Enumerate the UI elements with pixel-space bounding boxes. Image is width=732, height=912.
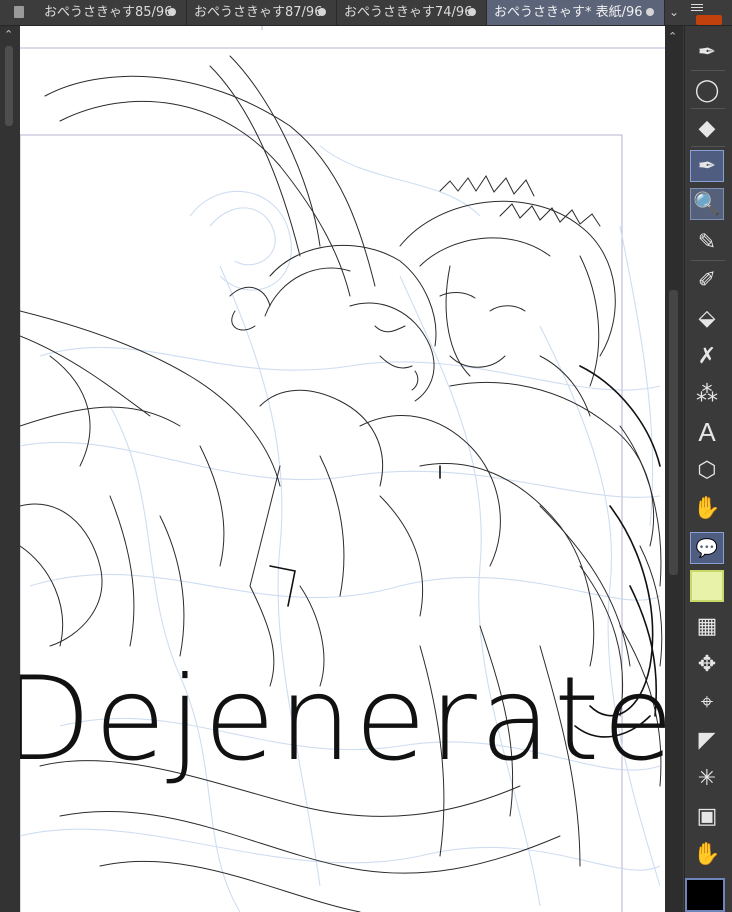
- ruler-icon: ⌖: [700, 689, 714, 715]
- fill-bucket-icon: ⬙: [698, 305, 716, 331]
- hand-tool-button[interactable]: ✋: [690, 492, 724, 524]
- gradient-icon: ▣: [696, 803, 718, 829]
- text-tool-icon: A: [698, 416, 716, 447]
- tab-menu-icon[interactable]: [14, 6, 24, 18]
- right-scrollbar-thumb[interactable]: [669, 290, 678, 575]
- color-pick-icon: ✗: [697, 343, 717, 369]
- speech-balloon-tool-button[interactable]: 💬: [690, 532, 724, 564]
- effect-line-tool-button[interactable]: ✳: [690, 762, 724, 794]
- panel-layout-tool-button[interactable]: ▦: [690, 610, 724, 642]
- tab-bar: おぺうさきゃす85/96 おぺうさきゃす87/96 おぺうさきゃす74/96 お…: [0, 0, 732, 26]
- color-pick-tool-button[interactable]: ✗: [690, 340, 724, 372]
- hand-icon: ✋: [693, 495, 721, 521]
- tab-close-icon[interactable]: [318, 8, 326, 16]
- lasso-tool-button[interactable]: ◯: [690, 74, 724, 106]
- zoom-tool-button[interactable]: 🔍: [690, 188, 724, 220]
- tab-label: おぺうさきゃす87/96: [194, 5, 323, 20]
- scroll-up-icon[interactable]: ⌃: [4, 28, 13, 41]
- zoom-icon: 🔍: [693, 191, 721, 217]
- airbrush-icon: ⁂: [696, 381, 718, 407]
- fill-bucket-tool-button[interactable]: ⬙: [690, 302, 724, 334]
- chevron-down-icon[interactable]: ⌄: [665, 0, 683, 25]
- menu-line: [691, 4, 703, 5]
- pen-nib-tool-button[interactable]: ✎: [690, 226, 724, 258]
- eraser-icon: ◆: [698, 115, 716, 141]
- speech-balloon-icon: 💬: [695, 537, 719, 559]
- ruler-tool-button[interactable]: ⌖: [690, 686, 724, 718]
- tab-document-1[interactable]: おぺうさきゃす85/96: [37, 0, 187, 25]
- palette-stub-icon[interactable]: [696, 15, 722, 25]
- move-icon: ✥: [697, 651, 717, 677]
- pen-tool-icon: ✒: [697, 39, 717, 65]
- cover-title-text: Dejenerate: [20, 652, 665, 787]
- left-scrollbar-track: [0, 26, 20, 912]
- pen-tool-tool-button[interactable]: ✒: [690, 36, 724, 68]
- tab-document-3[interactable]: おぺうさきゃす74/96: [337, 0, 487, 25]
- left-scrollbar-thumb[interactable]: [5, 46, 13, 126]
- toolbar-separator: [691, 260, 725, 261]
- frame-tool-button[interactable]: [690, 570, 724, 602]
- main-color-swatch[interactable]: [685, 878, 725, 912]
- 3d-object-icon: ⬡: [697, 457, 717, 483]
- tab-close-icon[interactable]: [168, 8, 176, 16]
- tab-close-icon[interactable]: [646, 8, 654, 16]
- tab-label: おぺうさきゃす85/96: [44, 5, 173, 20]
- tab-document-2[interactable]: おぺうさきゃす87/96: [187, 0, 337, 25]
- tool-palette: ✒ ◯ ◆ ✒ 🔍 ✎ ✐ ⬙ ✗ ⁂ A ⬡ ✋ 💬 ▦ ✥ ⌖ ◤ ✳ ▣ ✋: [684, 4, 732, 912]
- marker-tool-button[interactable]: ✐: [690, 264, 724, 296]
- toolbar-separator: [691, 70, 725, 71]
- menu-line: [691, 10, 703, 11]
- 3d-object-tool-button[interactable]: ⬡: [690, 454, 724, 486]
- lasso-icon: ◯: [694, 77, 720, 103]
- panel-layout-icon: ▦: [696, 613, 718, 639]
- gradient-tool-button[interactable]: ▣: [690, 800, 724, 832]
- airbrush-tool-button[interactable]: ⁂: [690, 378, 724, 410]
- tab-label: おぺうさきゃす* 表紙/96: [494, 5, 643, 20]
- toolbar-separator: [691, 146, 725, 147]
- marker-icon: ✐: [697, 267, 717, 293]
- scroll-up-icon[interactable]: ⌃: [668, 30, 677, 43]
- pen-selected-icon: ✒: [697, 153, 717, 179]
- move-tool-button[interactable]: ✥: [690, 648, 724, 680]
- hand-pan-tool-button[interactable]: ✋: [690, 838, 724, 870]
- tab-label: おぺうさきゃす74/96: [344, 5, 473, 20]
- text-tool-tool-button[interactable]: A: [690, 416, 724, 448]
- line-tool-icon: ◤: [698, 727, 716, 753]
- hand-pan-icon: ✋: [693, 841, 721, 867]
- toolbar-separator: [691, 108, 725, 109]
- pen-nib-icon: ✎: [697, 229, 717, 255]
- menu-line: [691, 7, 703, 8]
- pen-selected-tool-button[interactable]: ✒: [690, 150, 724, 182]
- line-tool-tool-button[interactable]: ◤: [690, 724, 724, 756]
- tab-close-icon[interactable]: [468, 8, 476, 16]
- tab-document-active[interactable]: おぺうさきゃす* 表紙/96: [487, 0, 665, 25]
- drawing-canvas[interactable]: Dejenerate: [20, 26, 665, 912]
- eraser-tool-button[interactable]: ◆: [690, 112, 724, 144]
- menu-icon[interactable]: [691, 2, 709, 12]
- effect-line-icon: ✳: [697, 765, 717, 791]
